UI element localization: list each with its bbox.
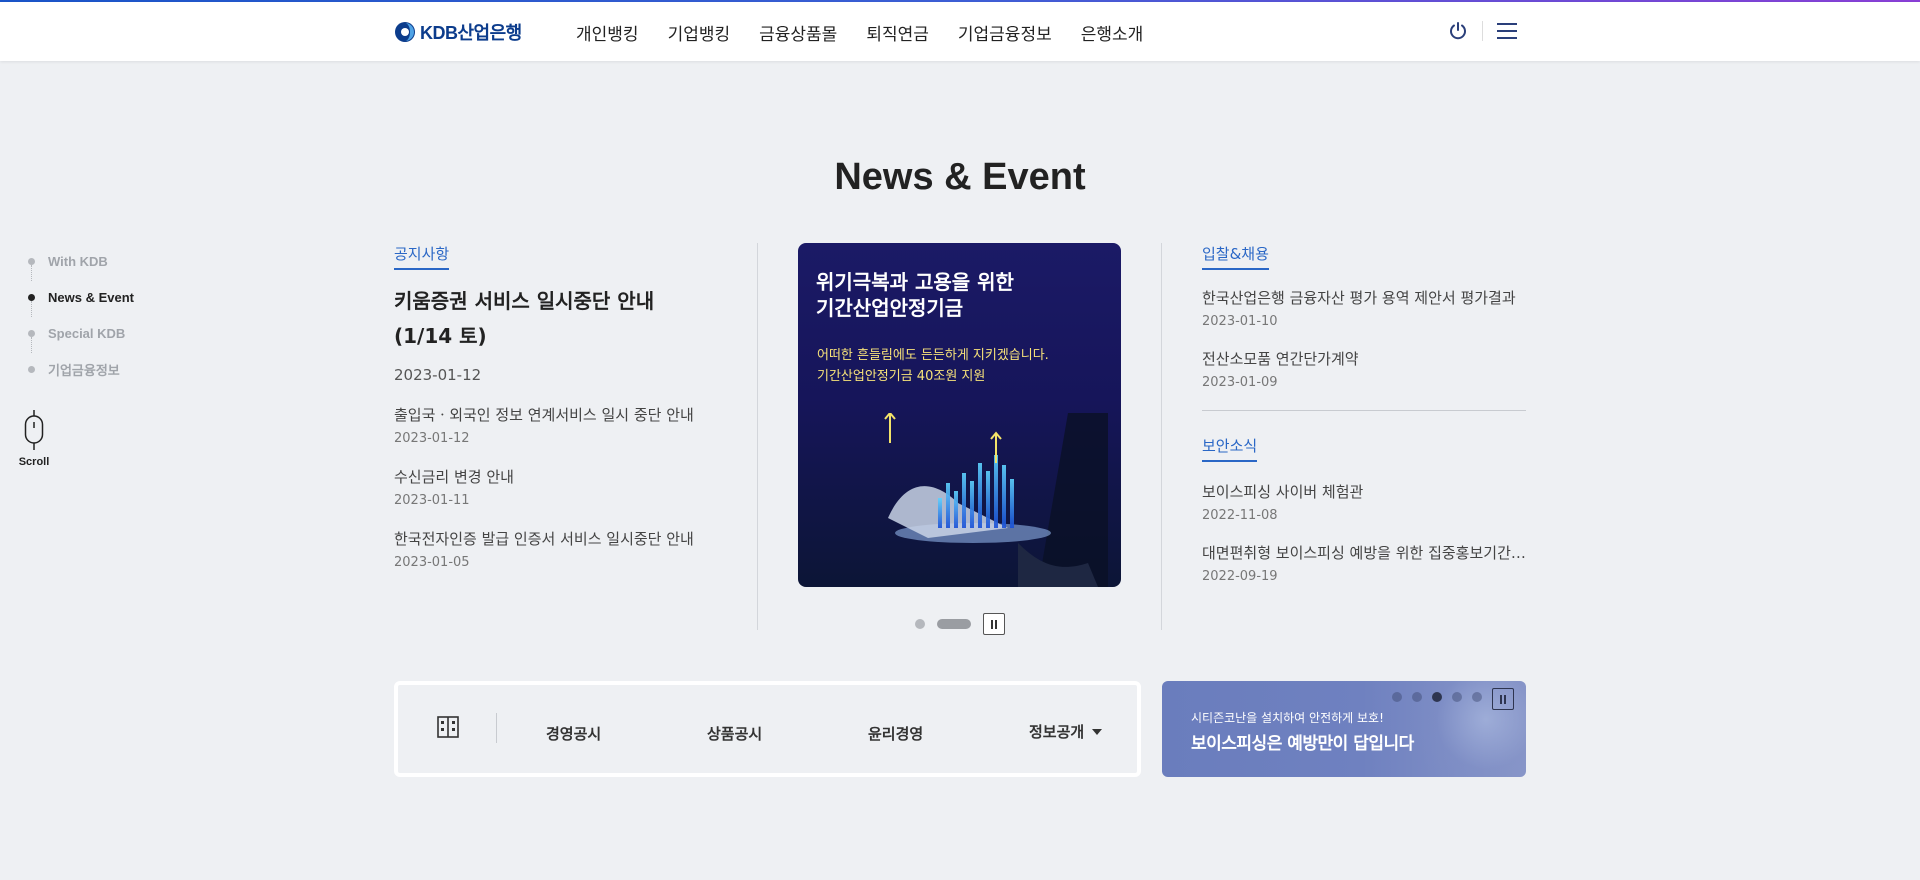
banner-headline: 위기극복과 고용을 위한 기간산업안정기금 bbox=[816, 269, 1014, 321]
menu-icon[interactable] bbox=[1495, 19, 1519, 43]
side-nav-news-event[interactable]: News & Event bbox=[28, 279, 134, 317]
side-section-nav: With KDB News & Event Special KDB 기업금융정보 bbox=[28, 243, 134, 387]
side-nav-label: 기업금융정보 bbox=[48, 362, 120, 378]
phishing-subtext: 시티즌코난을 설치하여 안전하게 보호! bbox=[1191, 711, 1384, 725]
section-divider bbox=[1202, 410, 1526, 411]
bid-item[interactable]: 전산소모품 연간단가계약 2023-01-09 bbox=[1202, 348, 1526, 390]
disclosure-bar: 경영공시 상품공시 윤리경영 정보공개 bbox=[394, 681, 1141, 777]
nav-bank-introduction[interactable]: 은행소개 bbox=[1081, 20, 1144, 45]
slide-dot[interactable] bbox=[1392, 692, 1402, 702]
building-icon bbox=[437, 716, 459, 738]
nav-corporate-finance-info[interactable]: 기업금융정보 bbox=[958, 20, 1052, 45]
caret-down-icon bbox=[1092, 728, 1103, 735]
disclosure-separator bbox=[496, 713, 497, 743]
pause-icon[interactable] bbox=[1492, 688, 1514, 710]
notice-title[interactable]: 출입국ㆍ외국인 정보 연계서비스 일시 중단 안내 bbox=[394, 404, 709, 425]
phishing-slider-dots bbox=[1392, 692, 1482, 702]
column-divider bbox=[757, 243, 758, 630]
management-disclosure-link[interactable]: 경영공시 bbox=[546, 723, 601, 744]
side-nav-label: Special KDB bbox=[48, 325, 126, 341]
notice-item[interactable]: 출입국ㆍ외국인 정보 연계서비스 일시 중단 안내 2023-01-12 bbox=[394, 404, 709, 446]
bid-date: 2023-01-09 bbox=[1202, 375, 1278, 390]
bid-title[interactable]: 한국산업은행 금융자산 평가 용역 제안서 평가결과 bbox=[1202, 287, 1526, 308]
section-title: News & Event bbox=[834, 156, 1086, 198]
featured-notice-date: 2023-01-12 bbox=[394, 366, 482, 384]
slide-dot[interactable] bbox=[1412, 692, 1422, 702]
hand-tablet-graph-illustration bbox=[884, 413, 1108, 587]
side-nav-dot bbox=[28, 365, 35, 373]
header-utilities bbox=[1446, 19, 1519, 43]
side-nav-label: With KDB bbox=[48, 253, 108, 269]
notice-column: 공지사항 키움증권 서비스 일시중단 안내(1/14 토) 2023-01-12… bbox=[394, 243, 709, 570]
security-date: 2022-11-08 bbox=[1202, 508, 1278, 523]
banner-subtext: 어떠한 흔들림에도 든든하게 지키겠습니다. 기간산업안정기금 40조원 지원 bbox=[817, 345, 1049, 387]
slide-dot-active[interactable] bbox=[1432, 692, 1442, 702]
kdb-logo-icon bbox=[395, 22, 415, 42]
ethics-management-link[interactable]: 윤리경영 bbox=[868, 723, 923, 744]
security-tag[interactable]: 보안소식 bbox=[1202, 435, 1258, 462]
banner-headline-line: 위기극복과 고용을 위한 bbox=[816, 270, 1014, 294]
notice-date: 2023-01-11 bbox=[394, 493, 470, 508]
security-title[interactable]: 보이스피싱 사이버 체험관 bbox=[1202, 481, 1526, 502]
mouse-icon bbox=[24, 410, 44, 450]
security-title[interactable]: 대면편취형 보이스피싱 예방을 위한 집중홍보기간 운영 bbox=[1202, 542, 1526, 563]
banner-headline-line: 기간산업안정기금 bbox=[816, 296, 964, 320]
bid-item[interactable]: 한국산업은행 금융자산 평가 용역 제안서 평가결과 2023-01-10 bbox=[1202, 287, 1526, 329]
product-disclosure-link[interactable]: 상품공시 bbox=[707, 723, 762, 744]
notice-date: 2023-01-05 bbox=[394, 555, 470, 570]
bid-title[interactable]: 전산소모품 연간단가계약 bbox=[1202, 348, 1526, 369]
slide-dot[interactable] bbox=[1452, 692, 1462, 702]
logo-text: KDB산업은행 bbox=[420, 23, 522, 43]
notice-title[interactable]: 한국전자인증 발급 인증서 서비스 일시중단 안내 bbox=[394, 528, 709, 549]
bid-date: 2023-01-10 bbox=[1202, 314, 1278, 329]
side-nav-with-kdb[interactable]: With KDB bbox=[28, 243, 134, 281]
notice-date: 2023-01-12 bbox=[394, 431, 470, 446]
column-divider bbox=[1161, 243, 1162, 630]
scroll-indicator[interactable]: Scroll bbox=[18, 410, 50, 468]
featured-notice-title[interactable]: 키움증권 서비스 일시중단 안내(1/14 토) bbox=[394, 284, 709, 354]
notice-tag[interactable]: 공지사항 bbox=[394, 243, 450, 270]
voice-phishing-banner[interactable]: 시티즌코난을 설치하여 안전하게 보호! 보이스피싱은 예방만이 답입니다 bbox=[1162, 681, 1526, 777]
side-nav-dot bbox=[28, 293, 35, 301]
side-nav-special-kdb[interactable]: Special KDB bbox=[28, 315, 134, 353]
bid-tag[interactable]: 입찰&채용 bbox=[1202, 243, 1269, 270]
security-item[interactable]: 대면편취형 보이스피싱 예방을 위한 집중홍보기간 운영 2022-09-19 bbox=[1202, 542, 1526, 584]
power-icon[interactable] bbox=[1446, 19, 1470, 43]
site-header: KDB산업은행 개인뱅킹 기업뱅킹 금융상품몰 퇴직연금 기업금융정보 은행소개 bbox=[0, 2, 1920, 61]
main-nav: 개인뱅킹 기업뱅킹 금융상품몰 퇴직연금 기업금융정보 은행소개 bbox=[576, 20, 1172, 45]
security-item[interactable]: 보이스피싱 사이버 체험관 2022-11-08 bbox=[1202, 481, 1526, 523]
info-disclosure-dropdown[interactable]: 정보공개 bbox=[1029, 721, 1103, 742]
banner-subtext-line: 기간산업안정기금 40조원 지원 bbox=[817, 369, 986, 384]
side-nav-label: News & Event bbox=[48, 289, 134, 305]
bid-security-column: 입찰&채용 한국산업은행 금융자산 평가 용역 제안서 평가결과 2023-01… bbox=[1202, 243, 1526, 584]
side-nav-dot bbox=[28, 257, 35, 265]
slide-dot[interactable] bbox=[915, 619, 925, 629]
side-nav-dot bbox=[28, 329, 35, 337]
pause-icon[interactable] bbox=[983, 613, 1005, 635]
nav-financial-products[interactable]: 금융상품몰 bbox=[759, 20, 837, 45]
nav-corporate-banking[interactable]: 기업뱅킹 bbox=[668, 20, 731, 45]
kdb-logo[interactable]: KDB산업은행 bbox=[394, 19, 522, 45]
banner-slider-controls bbox=[915, 613, 1005, 635]
phishing-headline: 보이스피싱은 예방만이 답입니다 bbox=[1191, 734, 1414, 754]
notice-item[interactable]: 한국전자인증 발급 인증서 서비스 일시중단 안내 2023-01-05 bbox=[394, 528, 709, 570]
banner-subtext-line: 어떠한 흔들림에도 든든하게 지키겠습니다. bbox=[817, 348, 1049, 363]
security-date: 2022-09-19 bbox=[1202, 569, 1278, 584]
slide-dot-active[interactable] bbox=[937, 619, 971, 629]
header-separator bbox=[1482, 21, 1483, 41]
info-disclosure-label: 정보공개 bbox=[1029, 723, 1085, 741]
slide-dot[interactable] bbox=[1472, 692, 1482, 702]
notice-item[interactable]: 수신금리 변경 안내 2023-01-11 bbox=[394, 466, 709, 508]
notice-title[interactable]: 수신금리 변경 안내 bbox=[394, 466, 709, 487]
side-nav-corporate-finance[interactable]: 기업금융정보 bbox=[28, 351, 134, 387]
promo-banner[interactable]: 위기극복과 고용을 위한 기간산업안정기금 어떠한 흔들림에도 든든하게 지키겠… bbox=[798, 243, 1121, 587]
scroll-label: Scroll bbox=[18, 456, 50, 468]
nav-retirement-pension[interactable]: 퇴직연금 bbox=[866, 20, 929, 45]
nav-personal-banking[interactable]: 개인뱅킹 bbox=[576, 20, 639, 45]
